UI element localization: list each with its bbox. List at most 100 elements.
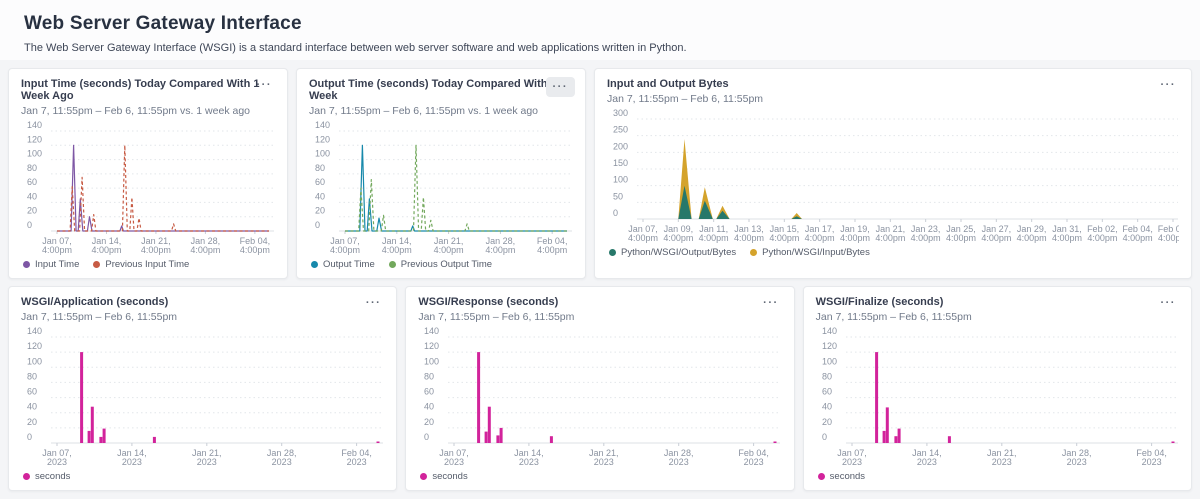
page-header: Web Server Gateway Interface The Web Ser… [0, 0, 1200, 60]
svg-text:4:00pm: 4:00pm [434, 245, 464, 255]
chart-legend: seconds [818, 471, 1179, 482]
svg-text:20: 20 [27, 206, 37, 216]
ellipsis-menu-icon[interactable]: ··· [1155, 295, 1181, 311]
svg-text:20: 20 [424, 417, 434, 427]
svg-text:4:00pm: 4:00pm [91, 245, 121, 255]
chart-legend: Input TimePrevious Input Time [23, 259, 275, 270]
svg-text:80: 80 [315, 163, 325, 173]
dashboard-row-top: Input Time (seconds) Today Compared With… [8, 68, 1192, 279]
svg-text:2023: 2023 [1066, 457, 1086, 467]
ellipsis-menu-icon[interactable]: ··· [361, 295, 387, 311]
panel-title: WSGI/Application (seconds) [21, 296, 384, 308]
svg-text:80: 80 [822, 371, 832, 381]
panel-date-range: Jan 7, 11:55pm – Feb 6, 11:55pm [418, 311, 781, 323]
chart-legend: seconds [23, 471, 384, 482]
svg-text:4:00pm: 4:00pm [485, 245, 515, 255]
svg-text:250: 250 [613, 125, 628, 135]
ellipsis-menu-icon[interactable]: ··· [546, 77, 576, 97]
svg-text:100: 100 [315, 149, 330, 159]
svg-text:140: 140 [315, 121, 330, 130]
svg-text:200: 200 [613, 141, 628, 151]
svg-text:120: 120 [27, 341, 42, 351]
svg-text:4:00pm: 4:00pm [537, 245, 567, 255]
svg-text:100: 100 [27, 356, 42, 366]
svg-text:20: 20 [315, 206, 325, 216]
dashboard-row-bottom: WSGI/Application (seconds) Jan 7, 11:55p… [8, 286, 1192, 491]
legend-label: seconds [432, 471, 467, 482]
svg-text:100: 100 [613, 175, 628, 185]
chart-legend: seconds [420, 471, 781, 482]
svg-text:4:00pm: 4:00pm [840, 233, 870, 243]
svg-text:4:00pm: 4:00pm [875, 233, 905, 243]
svg-text:60: 60 [27, 177, 37, 187]
svg-text:140: 140 [27, 121, 42, 130]
legend-item: seconds [420, 471, 467, 482]
svg-text:40: 40 [424, 402, 434, 412]
legend-item: Python/WSGI/Output/Bytes [609, 247, 736, 258]
svg-text:4:00pm: 4:00pm [911, 233, 941, 243]
svg-text:40: 40 [27, 191, 37, 201]
legend-label: Python/WSGI/Output/Bytes [621, 247, 736, 258]
ellipsis-menu-icon[interactable]: ··· [758, 295, 784, 311]
legend-item: seconds [23, 471, 70, 482]
svg-text:2023: 2023 [122, 457, 142, 467]
legend-label: seconds [35, 471, 70, 482]
panel-date-range: Jan 7, 11:55pm – Feb 6, 11:55pm [607, 93, 1179, 105]
panel-date-range: Jan 7, 11:55pm – Feb 6, 11:55pm [21, 311, 384, 323]
svg-text:4:00pm: 4:00pm [42, 245, 72, 255]
svg-text:300: 300 [613, 109, 628, 118]
chart-canvas: 020406080100120140Jan 07,2023Jan 14,2023… [418, 327, 781, 469]
svg-text:4:00pm: 4:00pm [330, 245, 360, 255]
svg-text:4:00pm: 4:00pm [1123, 233, 1153, 243]
legend-item: Python/WSGI/Input/Bytes [750, 247, 870, 258]
legend-item: Output Time [311, 259, 375, 270]
ellipsis-menu-icon[interactable]: ··· [1156, 77, 1182, 93]
svg-text:120: 120 [27, 134, 42, 144]
svg-text:4:00pm: 4:00pm [699, 233, 729, 243]
svg-text:4:00pm: 4:00pm [663, 233, 693, 243]
legend-item: Input Time [23, 259, 79, 270]
svg-text:4:00pm: 4:00pm [805, 233, 835, 243]
legend-label: seconds [830, 471, 865, 482]
svg-text:2023: 2023 [197, 457, 217, 467]
svg-text:120: 120 [424, 341, 439, 351]
legend-dot-icon [750, 249, 757, 256]
chart-legend: Output TimePrevious Output Time [311, 259, 573, 270]
chart-canvas: 020406080100120140Jan 07,2023Jan 14,2023… [816, 327, 1179, 469]
svg-text:2023: 2023 [47, 457, 67, 467]
panel-title: WSGI/Finalize (seconds) [816, 296, 1179, 308]
svg-text:2023: 2023 [917, 457, 937, 467]
ellipsis-menu-icon[interactable]: ··· [252, 77, 278, 93]
svg-text:140: 140 [424, 327, 439, 336]
legend-dot-icon [311, 261, 318, 268]
svg-text:60: 60 [27, 387, 37, 397]
legend-label: Python/WSGI/Input/Bytes [762, 247, 870, 258]
svg-text:100: 100 [822, 356, 837, 366]
svg-text:0: 0 [27, 432, 32, 442]
panel-title: Input and Output Bytes [607, 78, 1179, 90]
legend-item: seconds [818, 471, 865, 482]
svg-text:2023: 2023 [519, 457, 539, 467]
panel-date-range: Jan 7, 11:55pm – Feb 6, 11:55pm vs. 1 we… [309, 105, 573, 117]
svg-text:140: 140 [822, 327, 837, 336]
svg-text:4:00pm: 4:00pm [628, 233, 658, 243]
legend-dot-icon [609, 249, 616, 256]
panel-wsgi-application: WSGI/Application (seconds) Jan 7, 11:55p… [8, 286, 397, 491]
svg-text:80: 80 [27, 163, 37, 173]
svg-text:60: 60 [822, 387, 832, 397]
svg-text:0: 0 [315, 220, 320, 230]
svg-text:4:00pm: 4:00pm [1158, 233, 1179, 243]
panel-wsgi-finalize: WSGI/Finalize (seconds) Jan 7, 11:55pm –… [803, 286, 1192, 491]
legend-dot-icon [389, 261, 396, 268]
svg-text:40: 40 [315, 191, 325, 201]
svg-text:50: 50 [613, 191, 623, 201]
svg-text:2023: 2023 [272, 457, 292, 467]
panel-date-range: Jan 7, 11:55pm – Feb 6, 11:55pm vs. 1 we… [21, 105, 275, 117]
svg-text:4:00pm: 4:00pm [382, 245, 412, 255]
page-title: Web Server Gateway Interface [24, 13, 1176, 35]
chart-canvas: 050100150200250300Jan 07,4:00pmJan 09,4:… [607, 109, 1179, 245]
chart-canvas: 020406080100120140Jan 07,4:00pmJan 14,4:… [21, 121, 275, 257]
svg-text:150: 150 [613, 158, 628, 168]
svg-text:80: 80 [424, 371, 434, 381]
svg-text:40: 40 [27, 402, 37, 412]
